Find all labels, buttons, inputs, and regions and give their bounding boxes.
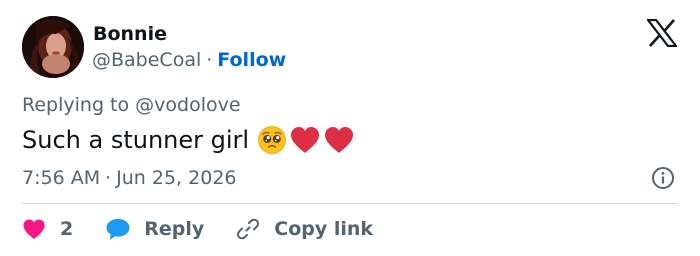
- speech-bubble-icon: [106, 219, 130, 240]
- info-icon[interactable]: [651, 166, 675, 190]
- red-heart-emoji: [325, 127, 354, 153]
- author-handle[interactable]: @BabeCoal: [92, 49, 201, 71]
- avatar[interactable]: [22, 16, 84, 78]
- copy-link-label: Copy link: [274, 218, 374, 240]
- x-logo-icon[interactable]: [647, 19, 677, 47]
- reply-context: Replying to @vodolove: [22, 94, 241, 116]
- link-icon: [237, 218, 260, 240]
- like-button[interactable]: 2: [22, 218, 73, 240]
- separator-dot: ·: [105, 167, 112, 189]
- action-bar: 2 Reply Copy link: [22, 214, 373, 244]
- author-display-name[interactable]: Bonnie: [93, 22, 167, 46]
- tweet-timestamp[interactable]: 7:56 AM · Jun 25, 2026: [22, 166, 237, 190]
- like-count: 2: [60, 218, 74, 240]
- tweet-text: Such a stunner girl: [22, 125, 355, 155]
- avatar-photo: [22, 16, 84, 78]
- timestamp-time: 7:56 AM: [22, 167, 101, 189]
- heart-icon: [23, 219, 45, 239]
- divider: [22, 203, 678, 204]
- separator-dot: ·: [206, 49, 213, 71]
- tweet-text-content: Such a stunner girl: [22, 126, 250, 154]
- tweet-emojis: [257, 125, 355, 155]
- reply-button[interactable]: Reply: [105, 217, 204, 241]
- timestamp-date: Jun 25, 2026: [116, 167, 237, 189]
- reply-label: Reply: [144, 218, 205, 240]
- pleading-face-emoji: [258, 126, 286, 154]
- follow-button[interactable]: Follow: [217, 49, 286, 71]
- author-handle-row: @BabeCoal · Follow: [92, 48, 286, 72]
- copy-link-button[interactable]: Copy link: [236, 217, 373, 241]
- red-heart-emoji: [291, 127, 320, 153]
